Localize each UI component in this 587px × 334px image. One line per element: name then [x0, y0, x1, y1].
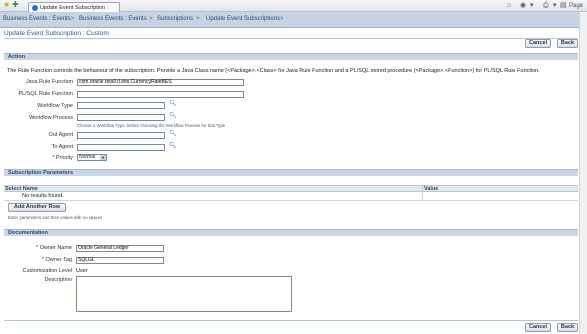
parameters-hint: Enter parameters and their values with n… [8, 215, 103, 220]
description-label: Description [44, 277, 72, 283]
home-icon[interactable]: ⌂ [507, 1, 511, 11]
ie-page-icon [32, 4, 38, 11]
breadcrumb-item[interactable]: Business Events : Events [3, 15, 71, 23]
java-rule-function-input[interactable]: com.oracle.retail.rl.ebs.CurrencyRateBES [77, 79, 244, 86]
required-marker: * [52, 155, 55, 161]
priority-label-text: Priority [55, 155, 73, 161]
documentation-title: Documentation [8, 230, 49, 236]
owner-tag-label-text: Owner Tag [45, 257, 73, 263]
out-agent-input[interactable] [77, 132, 165, 139]
subscription-parameters-header: Subscription Parameters [4, 169, 578, 176]
breadcrumb-separator: > [149, 16, 153, 22]
required-marker: * [41, 257, 44, 263]
bottom-divider [4, 320, 578, 321]
workflow-process-hint: Choose a Workflow Type, before choosing … [77, 123, 226, 128]
java-rule-function-label: Java Rule Function [25, 79, 73, 85]
chevron-down-icon: ▼ [100, 155, 106, 160]
workflow-process-label: Workflow Process [29, 115, 73, 121]
workflow-type-label: Workflow Type [37, 103, 73, 109]
back-button[interactable]: Back [557, 39, 578, 48]
to-agent-label: To Agent [51, 144, 73, 150]
priority-label: * Priority [8, 154, 73, 162]
browser-tab[interactable]: Update Event Subscription : Custom [28, 2, 120, 19]
title-divider [4, 38, 578, 39]
favorites-star-icon[interactable]: ★ [3, 0, 10, 10]
owner-tag-label: * Owner Tag [8, 256, 72, 264]
breadcrumb-item[interactable]: Subscriptions [157, 15, 193, 23]
page-menu-label[interactable]: Page [569, 1, 583, 11]
customization-level-value: User [76, 268, 88, 274]
priority-value: Normal [79, 154, 96, 160]
subscription-parameters-title: Subscription Parameters [8, 170, 74, 176]
action-description: The Rule Function controls the behaviour… [7, 68, 540, 74]
description-textarea[interactable] [76, 276, 292, 312]
breadcrumb-item[interactable]: Business Events : Events [79, 15, 147, 23]
required-marker: * [35, 245, 39, 251]
chevron-down-icon[interactable]: ▾ [553, 1, 557, 11]
breadcrumb-separator: > [71, 16, 75, 22]
action-section-header: Action [4, 53, 578, 60]
page-scrollbar[interactable] [579, 12, 587, 334]
cancel-button[interactable]: Cancel [525, 39, 551, 48]
to-agent-input[interactable] [77, 144, 165, 151]
owner-name-input[interactable]: Oracle General Ledger [76, 245, 164, 252]
print-icon[interactable]: ⎙ [543, 1, 549, 11]
plsql-rule-function-label: PL/SQL Rule Function [18, 91, 73, 97]
workflow-process-input[interactable] [77, 114, 165, 121]
workflow-type-input[interactable] [77, 102, 165, 109]
page-title: Update Event Subscription : Custom [4, 30, 109, 37]
feeds-icon[interactable]: ◉ [520, 1, 526, 11]
search-icon[interactable]: 🔍︎ [169, 113, 177, 120]
cancel-button-bottom[interactable]: Cancel [525, 323, 551, 332]
owner-name-label: * Owner Name [8, 244, 72, 252]
breadcrumb-item[interactable]: Update Event Subscriptions [206, 15, 280, 23]
chevron-down-icon[interactable]: ▾ [530, 1, 534, 11]
breadcrumb-separator: > [196, 16, 200, 22]
out-agent-label: Out Agent [48, 132, 73, 138]
action-section-title: Action [8, 54, 26, 60]
documentation-header: Documentation [4, 229, 578, 236]
breadcrumb-separator: > [280, 16, 284, 22]
page-menu-icon[interactable]: ▤ [560, 1, 567, 11]
owner-tag-input[interactable]: SQLGL [76, 257, 164, 264]
column-divider [422, 192, 423, 201]
add-favorites-icon[interactable]: ✚ [12, 0, 19, 10]
customization-level-label: Customization Level [22, 268, 72, 274]
add-another-row-button[interactable]: Add Another Row [8, 203, 66, 212]
empty-results-text: No results found. [22, 193, 64, 199]
parameters-table-body: No results found. [4, 192, 578, 201]
search-icon[interactable]: 🔍︎ [169, 143, 177, 150]
plsql-rule-function-input[interactable] [77, 91, 244, 98]
search-icon[interactable]: 🔍︎ [169, 101, 177, 108]
browser-toolbar: ★ ✚ Update Event Subscription : Custom ⌂… [0, 0, 587, 19]
search-icon[interactable]: 🔍︎ [169, 131, 177, 138]
back-button-bottom[interactable]: Back [557, 323, 578, 332]
priority-select[interactable]: Normal ▼ [77, 154, 107, 161]
breadcrumb: Business Events : Events > Business Even… [0, 12, 587, 28]
owner-name-label-text: Owner Name [39, 245, 72, 251]
parameters-table-header: Select Name Value [4, 185, 578, 192]
